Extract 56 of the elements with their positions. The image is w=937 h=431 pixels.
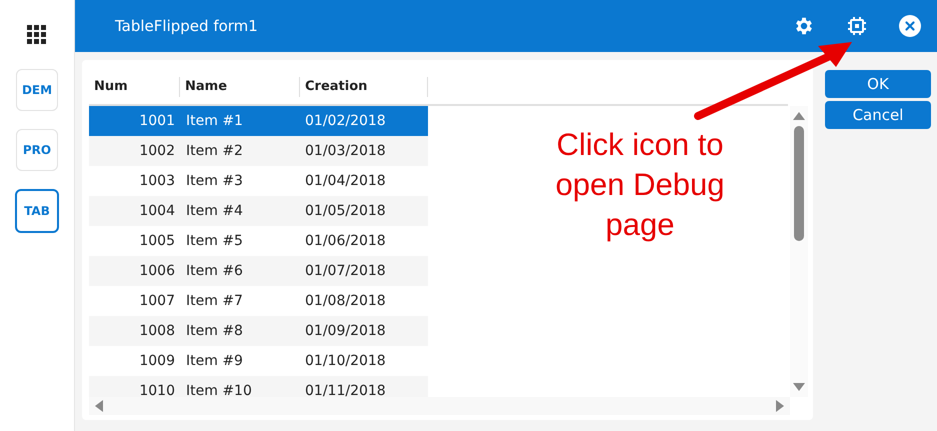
scroll-thumb[interactable] bbox=[794, 126, 804, 241]
name-cell-text: Item #9 bbox=[185, 352, 244, 370]
num-cell-text: 1002 bbox=[138, 142, 176, 160]
name-cell-text: Item #5 bbox=[185, 232, 244, 250]
scroll-down-icon[interactable] bbox=[793, 383, 805, 391]
creation-cell-text: 01/06/2018 bbox=[304, 232, 387, 250]
name-cell-text: Item #3 bbox=[185, 172, 244, 190]
close-icon[interactable] bbox=[899, 15, 921, 37]
num-cell-text: 1010 bbox=[138, 382, 176, 397]
table-row[interactable]: 1008 Item #8 01/09/2018 bbox=[89, 316, 428, 346]
num-cell-text: 1001 bbox=[138, 112, 176, 130]
grid-menu-icon[interactable] bbox=[27, 25, 47, 45]
name-cell-text: Item #7 bbox=[185, 292, 244, 310]
table-row[interactable]: 1001 Item #1 01/02/2018 bbox=[89, 106, 428, 136]
annotation-text: Click icon to open Debug page bbox=[554, 126, 726, 244]
name-cell-text: Item #10 bbox=[185, 382, 253, 397]
table-row[interactable]: 1002 Item #2 01/03/2018 bbox=[89, 136, 428, 166]
num-cell-text: 1003 bbox=[138, 172, 176, 190]
creation-cell-text: 01/09/2018 bbox=[304, 322, 387, 340]
scroll-right-icon[interactable] bbox=[776, 400, 784, 412]
num-cell-text: 1008 bbox=[138, 322, 176, 340]
num-cell-text: 1007 bbox=[138, 292, 176, 310]
ok-button[interactable]: OK bbox=[825, 70, 931, 98]
column-header[interactable]: Num bbox=[94, 77, 128, 97]
sidebar-item[interactable]: DEM bbox=[16, 69, 58, 111]
creation-cell-text: 01/08/2018 bbox=[304, 292, 387, 310]
num-cell-text: 1006 bbox=[138, 262, 176, 280]
chip-icon[interactable] bbox=[847, 16, 867, 36]
name-cell-text: Item #1 bbox=[185, 112, 244, 130]
scroll-up-icon[interactable] bbox=[793, 112, 805, 120]
sidebar-item[interactable]: PRO bbox=[16, 129, 58, 171]
name-cell-text: Item #4 bbox=[185, 202, 244, 220]
creation-cell-text: 01/05/2018 bbox=[304, 202, 387, 220]
column-header[interactable]: Creation bbox=[305, 77, 368, 97]
column-header[interactable]: Name bbox=[185, 77, 228, 97]
cancel-button[interactable]: Cancel bbox=[825, 101, 931, 129]
creation-cell-text: 01/10/2018 bbox=[304, 352, 387, 370]
creation-cell-text: 01/11/2018 bbox=[304, 382, 387, 397]
vertical-scrollbar[interactable] bbox=[790, 106, 808, 397]
creation-cell-text: 01/07/2018 bbox=[304, 262, 387, 280]
table-row[interactable]: 1010 Item #10 01/11/2018 bbox=[89, 376, 428, 397]
name-cell-text: Item #6 bbox=[185, 262, 244, 280]
table-row[interactable]: 1004 Item #4 01/05/2018 bbox=[89, 196, 428, 226]
scroll-left-icon[interactable] bbox=[95, 400, 103, 412]
creation-cell-text: 01/03/2018 bbox=[304, 142, 387, 160]
num-cell-text: 1009 bbox=[138, 352, 176, 370]
window-title: TableFlipped form1 bbox=[115, 16, 259, 37]
num-cell-text: 1005 bbox=[138, 232, 176, 250]
num-cell-text: 1004 bbox=[138, 202, 176, 220]
name-cell-text: Item #2 bbox=[185, 142, 244, 160]
creation-cell-text: 01/04/2018 bbox=[304, 172, 387, 190]
sidebar-item[interactable]: TAB bbox=[15, 189, 59, 233]
horizontal-scrollbar[interactable] bbox=[89, 397, 790, 415]
creation-cell-text: 01/02/2018 bbox=[304, 112, 387, 130]
table-row[interactable]: 1006 Item #6 01/07/2018 bbox=[89, 256, 428, 286]
name-cell-text: Item #8 bbox=[185, 322, 244, 340]
